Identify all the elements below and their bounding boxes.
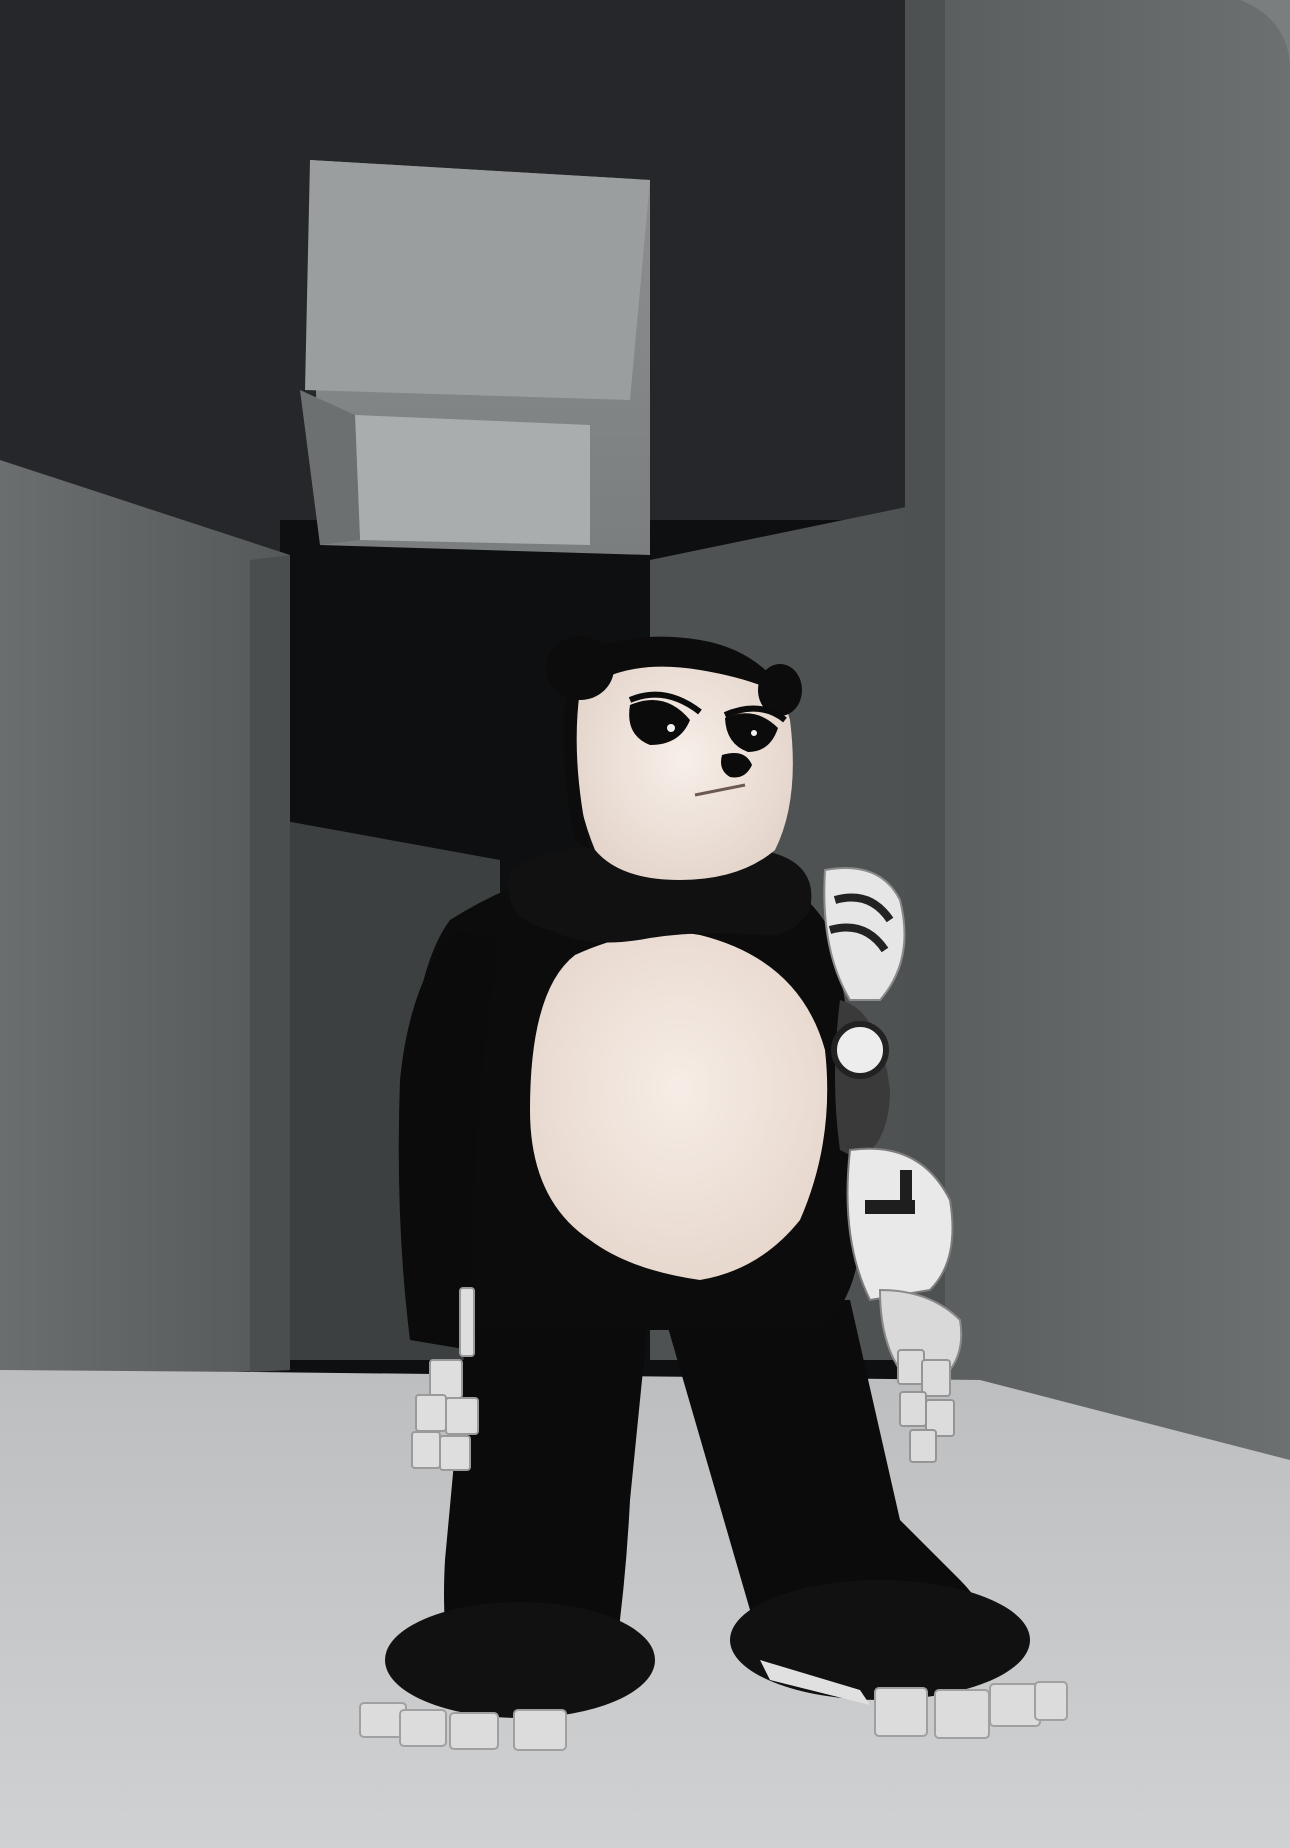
left-eye-glint — [667, 724, 675, 732]
left-pillar — [0, 460, 290, 1380]
hanging-box-front — [305, 160, 650, 400]
game-scene — [0, 0, 1290, 1848]
right-eye-glint — [751, 730, 757, 736]
left-pillar-edge — [250, 555, 290, 1372]
floor — [0, 1370, 1290, 1848]
left-foot — [385, 1602, 655, 1718]
game-viewport[interactable] — [0, 0, 1290, 1848]
right-pillar — [930, 0, 1290, 1460]
panda-belly — [530, 932, 828, 1280]
hanging-box-light — [355, 415, 590, 545]
right-foot — [730, 1580, 1030, 1700]
